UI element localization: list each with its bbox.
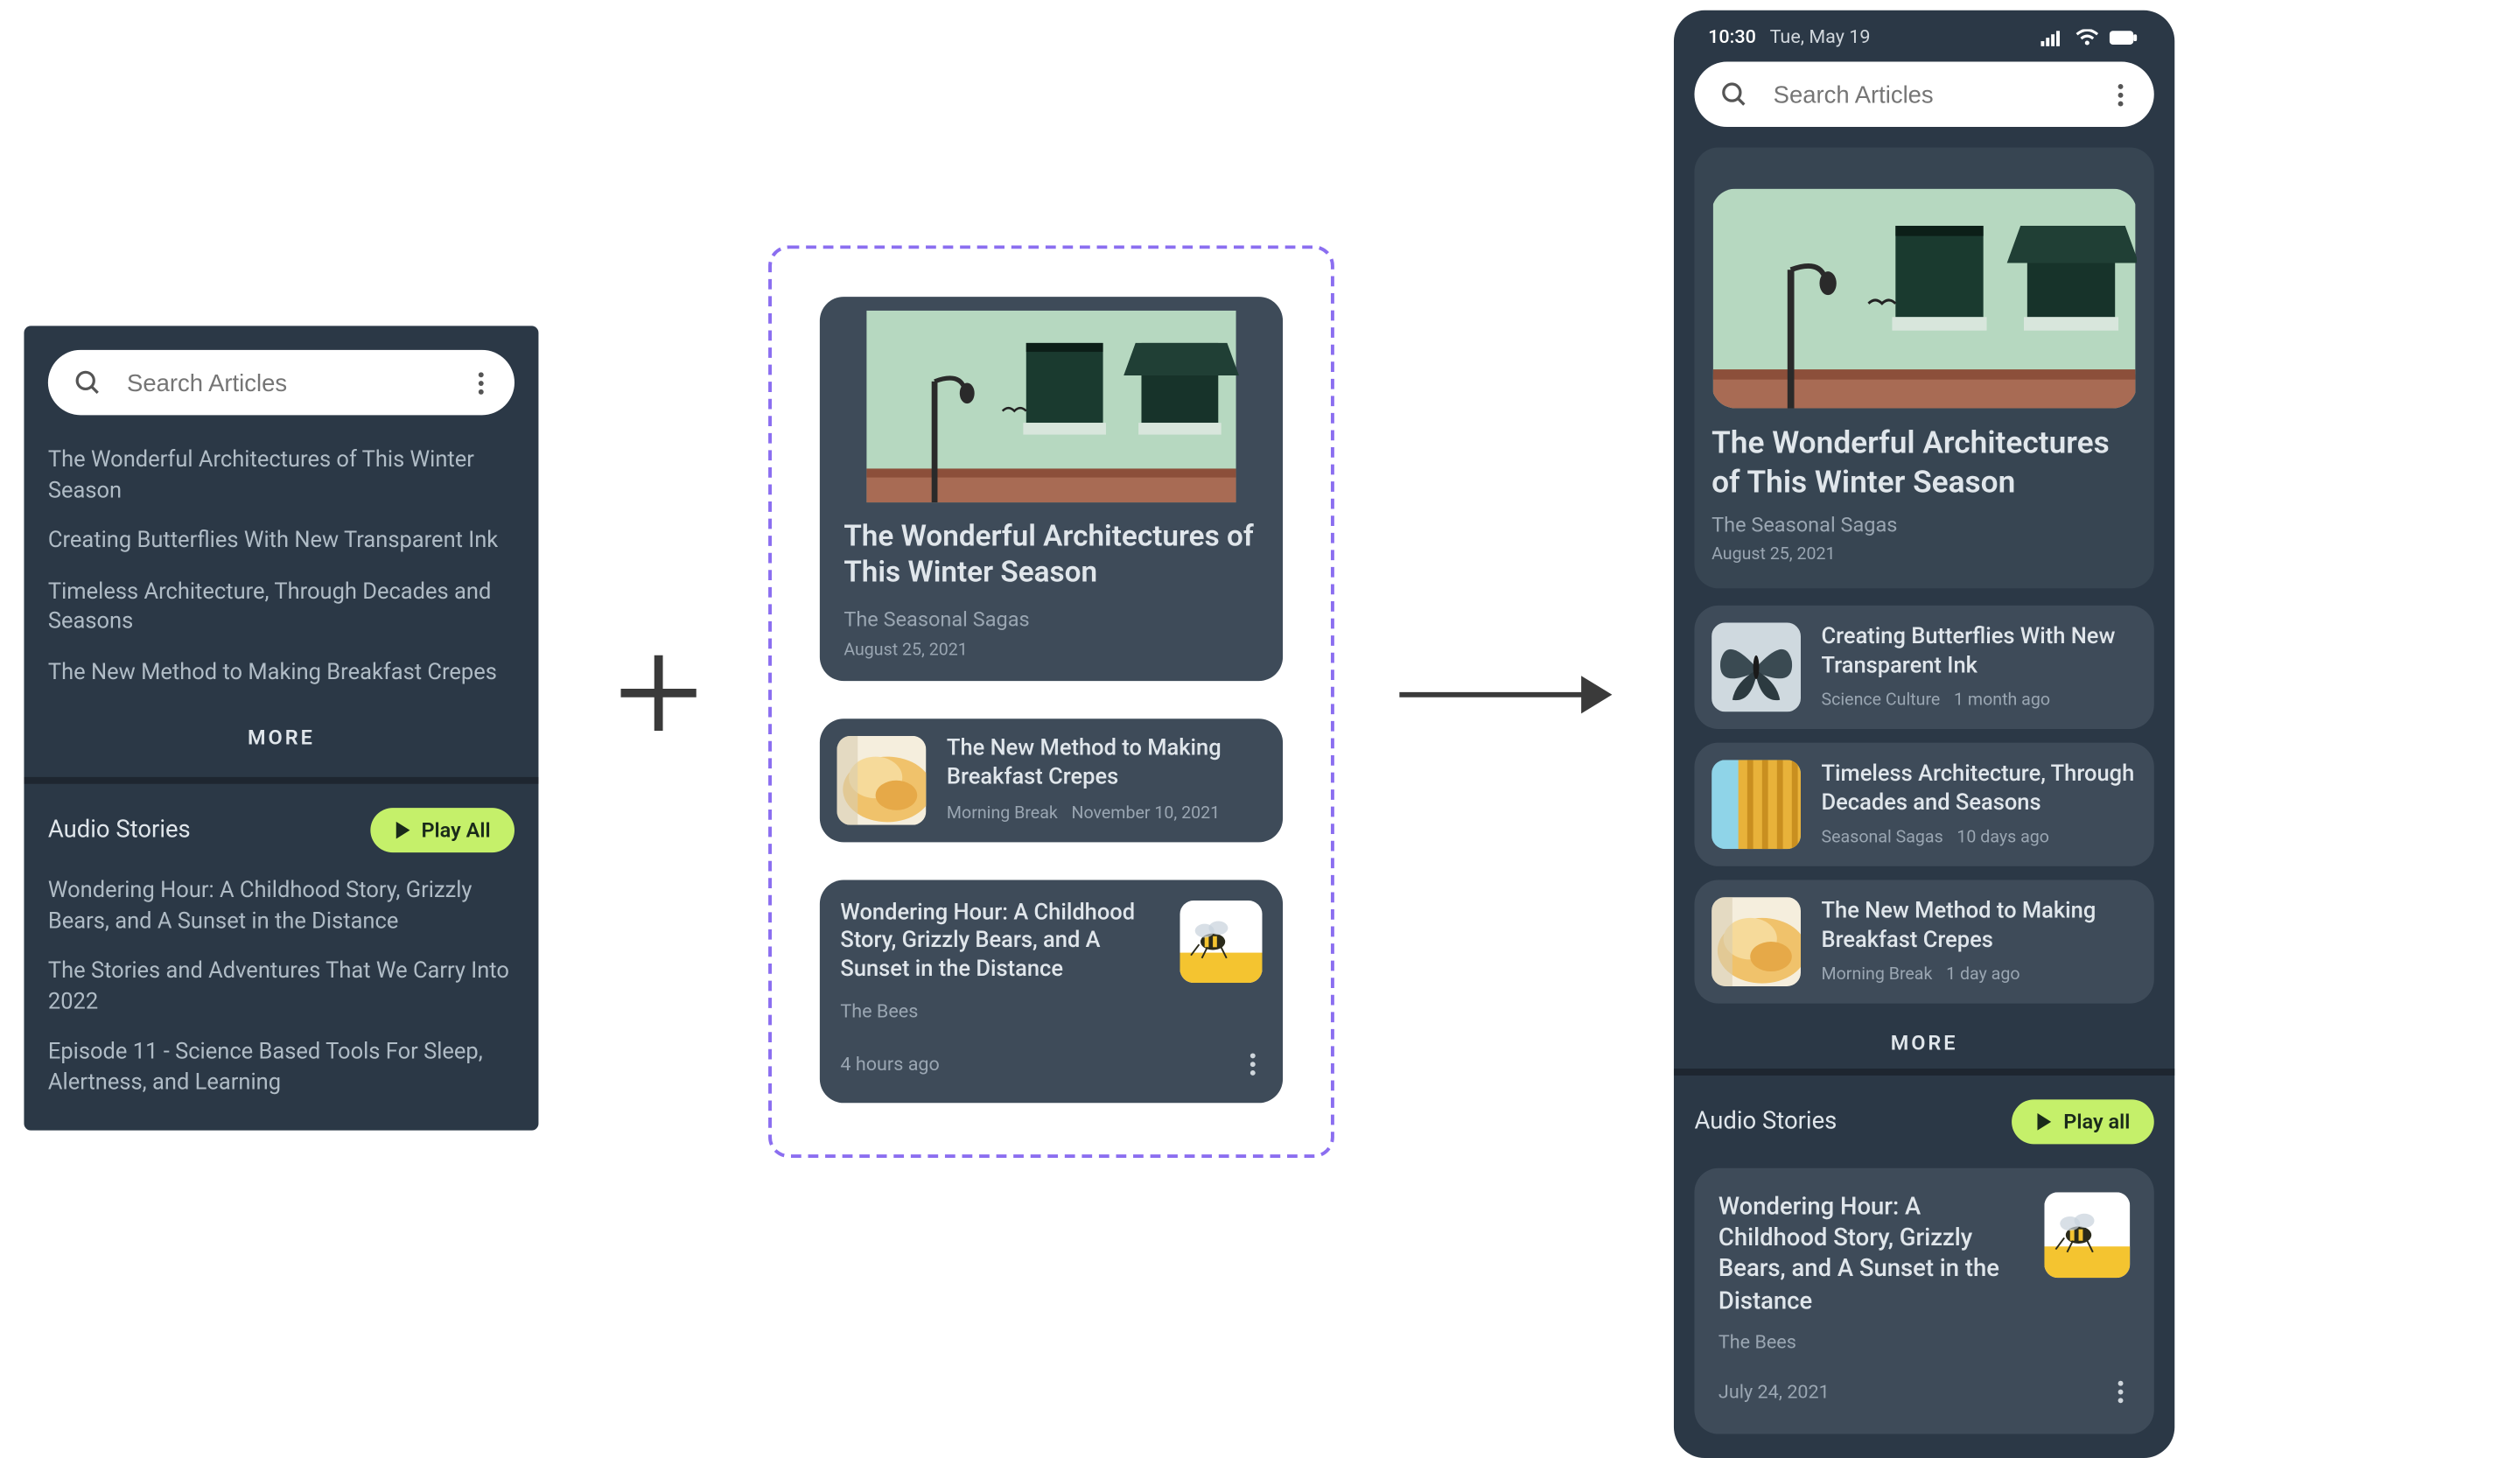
play-all-button[interactable]: Play all <box>2012 1099 2153 1144</box>
play-all-label: Play All <box>421 818 490 842</box>
card-source: Morning Break <box>1822 966 1933 985</box>
card-title: The New Method to Making Breakfast Crepe… <box>1822 898 2138 956</box>
plus-icon <box>611 645 707 741</box>
hero-image <box>820 297 1283 502</box>
search-bar[interactable] <box>48 350 514 415</box>
hero-date: August 25, 2021 <box>844 641 1258 660</box>
overflow-menu-icon[interactable] <box>1243 1047 1263 1083</box>
hero-article-card[interactable]: The Wonderful Architectures of This Wint… <box>820 297 1283 680</box>
hero-source: The Seasonal Sagas <box>1712 513 2137 536</box>
overflow-menu-icon[interactable] <box>2111 76 2131 112</box>
audio-card-list: Wondering Hour: A Childhood Story, Grizz… <box>1694 1168 2153 1433</box>
thumbnail <box>836 735 926 824</box>
card-source: Science Culture <box>1822 692 1941 711</box>
article-link[interactable]: Creating Butterflies With New Transparen… <box>48 527 514 557</box>
card-title: Wondering Hour: A Childhood Story, Grizz… <box>840 900 1159 986</box>
article-link[interactable]: The New Method to Making Breakfast Crepe… <box>48 658 514 688</box>
more-button[interactable]: MORE <box>1694 1031 2153 1055</box>
status-bar: 10:30 Tue, May 19 <box>1694 11 2153 62</box>
article-card-list: Creating Butterflies With New Transparen… <box>1694 606 2153 1004</box>
card-source: The Bees <box>840 1000 1159 1022</box>
audio-section-header: Audio Stories Play All <box>48 809 514 853</box>
signal-icon <box>2040 28 2064 46</box>
section-divider <box>1674 1069 2174 1076</box>
search-icon <box>72 367 102 397</box>
overflow-menu-icon[interactable] <box>2111 1373 2131 1409</box>
article-link-list: The Wonderful Architectures of This Wint… <box>48 446 514 689</box>
article-link[interactable]: The Wonderful Architectures of This Wint… <box>48 446 514 507</box>
card-time: 1 day ago <box>1946 966 2020 985</box>
hero-image <box>1712 189 2137 409</box>
card-title: Creating Butterflies With New Transparen… <box>1822 624 2138 682</box>
search-icon <box>1718 79 1749 109</box>
card-date: November 10, 2021 <box>1071 804 1220 824</box>
thumbnail <box>1712 897 1801 986</box>
lowfi-panel: The Wonderful Architectures of This Wint… <box>24 326 538 1129</box>
wide-audio-card[interactable]: Wondering Hour: A Childhood Story, Grizz… <box>820 880 1283 1104</box>
audio-link[interactable]: The Stories and Adventures That We Carry… <box>48 957 514 1018</box>
search-input[interactable] <box>127 368 448 396</box>
search-input[interactable] <box>1774 81 2088 108</box>
play-all-button[interactable]: Play All <box>370 809 514 853</box>
article-link[interactable]: Timeless Architecture, Through Decades a… <box>48 578 514 638</box>
play-all-label: Play all <box>2063 1110 2130 1133</box>
card-source: Seasonal Sagas <box>1822 829 1943 848</box>
hero-date: August 25, 2021 <box>1712 545 2137 564</box>
arrow-icon <box>1396 669 1612 720</box>
hero-title: The Wonderful Architectures of This Wint… <box>1712 425 2137 502</box>
wifi-icon <box>2076 28 2099 46</box>
result-phone-panel: 10:30 Tue, May 19 The Wonderful Architec… <box>1674 11 2174 1458</box>
card-title: Timeless Architecture, Through Decades a… <box>1822 761 2138 818</box>
card-time: 4 hours ago <box>840 1054 939 1076</box>
audio-section-header: Audio Stories Play all <box>1694 1099 2153 1144</box>
audio-section-title: Audio Stories <box>1694 1108 1837 1135</box>
card-time: 1 month ago <box>1954 692 2050 711</box>
card-time: 10 days ago <box>1956 829 2049 848</box>
play-icon <box>394 822 411 839</box>
card-source: Morning Break <box>947 804 1058 824</box>
card-date: July 24, 2021 <box>1718 1380 1830 1402</box>
search-bar[interactable] <box>1694 62 2153 127</box>
play-icon <box>2036 1113 2054 1131</box>
audio-link[interactable]: Episode 11 - Science Based Tools For Sle… <box>48 1039 514 1099</box>
hero-article-card[interactable]: The Wonderful Architectures of This Wint… <box>1694 148 2153 589</box>
thumbnail <box>1712 760 1801 849</box>
wide-audio-card[interactable]: Wondering Hour: A Childhood Story, Grizz… <box>1694 1168 2153 1433</box>
thumbnail <box>1180 900 1262 982</box>
status-date: Tue, May 19 <box>1770 25 1871 47</box>
thumbnail <box>1712 622 1801 711</box>
battery-icon <box>2110 28 2140 46</box>
card-source: The Bees <box>1718 1330 2024 1352</box>
more-button[interactable]: MORE <box>48 726 514 750</box>
thumbnail <box>2044 1192 2130 1278</box>
card-title: The New Method to Making Breakfast Crepe… <box>947 736 1266 794</box>
audio-section-title: Audio Stories <box>48 817 191 845</box>
row-article-card[interactable]: Timeless Architecture, Through Decades a… <box>1694 743 2153 866</box>
overflow-menu-icon[interactable] <box>472 365 491 401</box>
hero-source: The Seasonal Sagas <box>844 606 1258 630</box>
card-title: Wondering Hour: A Childhood Story, Grizz… <box>1718 1192 2024 1317</box>
row-article-card[interactable]: Creating Butterflies With New Transparen… <box>1694 606 2153 729</box>
status-time: 10:30 <box>1708 25 1756 47</box>
audio-link[interactable]: Wondering Hour: A Childhood Story, Grizz… <box>48 877 514 937</box>
audio-link-list: Wondering Hour: A Childhood Story, Grizz… <box>48 877 514 1098</box>
hero-title: The Wonderful Architectures of This Wint… <box>844 520 1258 592</box>
row-article-card[interactable]: The New Method to Making Breakfast Crepe… <box>1694 880 2153 1003</box>
style-cards-panel: The Wonderful Architectures of This Wint… <box>768 245 1334 1158</box>
row-article-card[interactable]: The New Method to Making Breakfast Crepe… <box>820 718 1283 841</box>
section-divider <box>24 777 538 784</box>
